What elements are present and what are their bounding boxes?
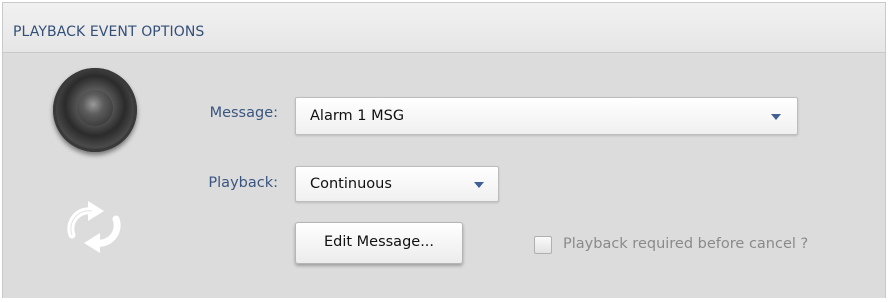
speaker-icon	[53, 68, 137, 152]
edit-message-button[interactable]: Edit Message...	[295, 222, 463, 264]
edit-message-button-label: Edit Message...	[323, 234, 435, 250]
chevron-down-icon	[771, 114, 781, 120]
panel-header: PLAYBACK EVENT OPTIONS	[3, 3, 885, 53]
message-select-value: Alarm 1 MSG	[310, 108, 405, 124]
playback-required-checkbox[interactable]	[534, 236, 552, 254]
message-label: Message:	[209, 105, 278, 121]
playback-label: Playback:	[208, 175, 278, 191]
message-select[interactable]: Alarm 1 MSG	[295, 97, 798, 135]
playback-select-value: Continuous	[310, 176, 392, 192]
chevron-down-icon	[474, 182, 484, 188]
panel-title: PLAYBACK EVENT OPTIONS	[13, 24, 205, 40]
playback-required-label: Playback required before cancel ?	[563, 236, 809, 252]
loop-icon	[67, 201, 121, 253]
playback-select[interactable]: Continuous	[295, 166, 499, 202]
